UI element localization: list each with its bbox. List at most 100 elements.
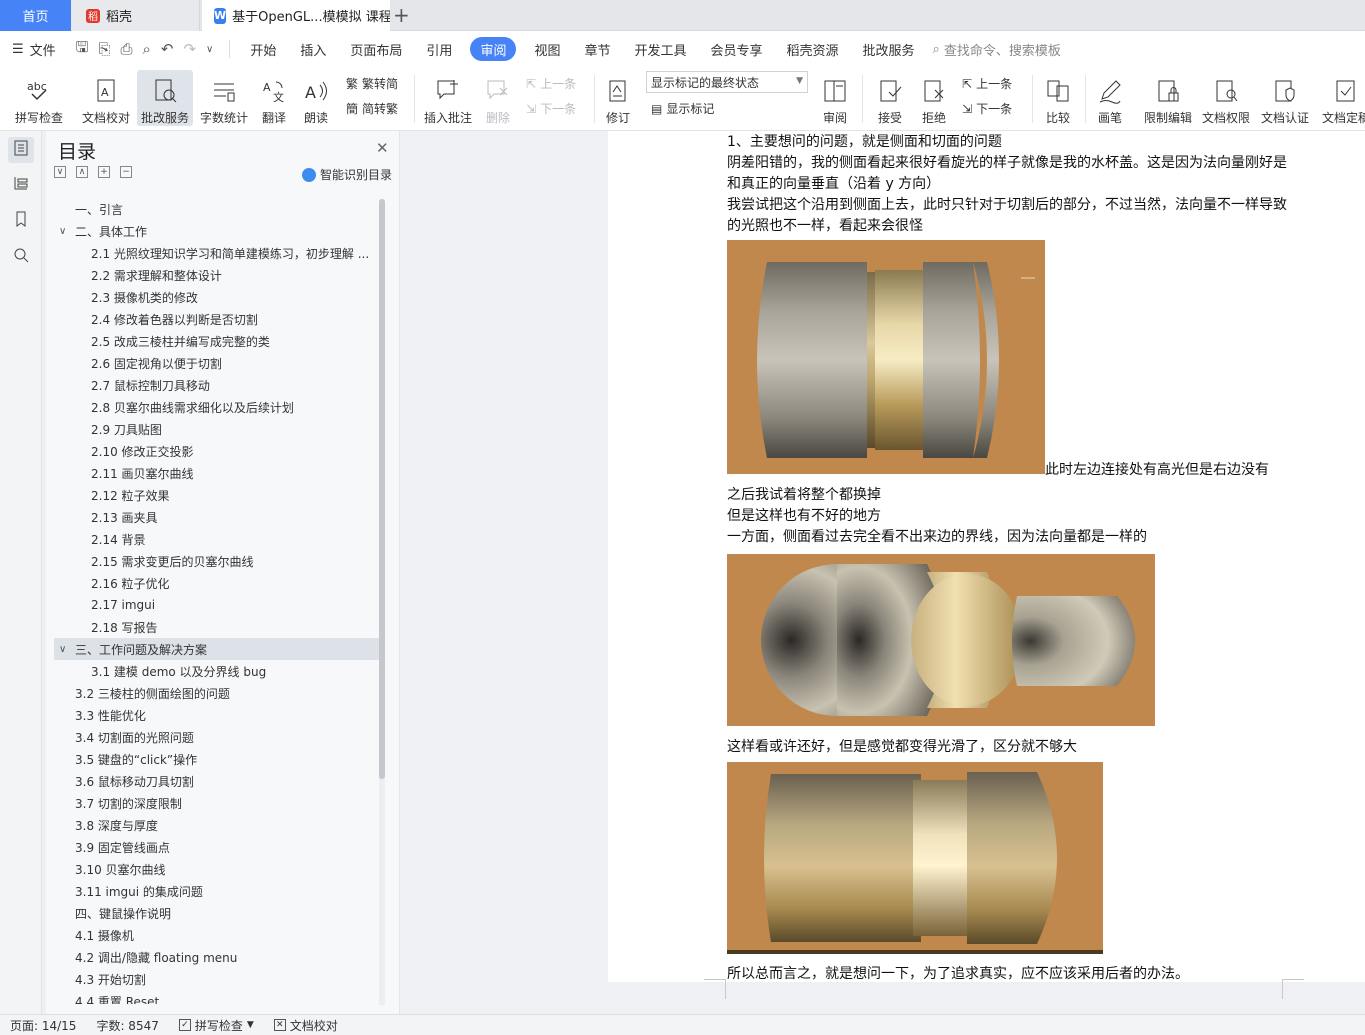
export-pdf-icon[interactable]: ⎘ bbox=[98, 40, 110, 58]
toc-item[interactable]: 2.1 光照纹理知识学习和简单建模练习，初步理解 ... bbox=[54, 242, 380, 264]
toc-item[interactable]: 2.4 修改着色器以判断是否切割 bbox=[54, 308, 380, 330]
doc-proof-toggle[interactable]: ✕ 文档校对 bbox=[264, 1017, 348, 1034]
toc-item[interactable]: 2.7 鼠标控制刀具移动 bbox=[54, 374, 380, 396]
menu-references[interactable]: 引用 bbox=[414, 37, 464, 61]
ink-button[interactable]: 画笔 bbox=[1090, 70, 1130, 126]
toc-item[interactable]: 3.5 键盘的“click”操作 bbox=[54, 748, 380, 770]
toc-item[interactable]: 3.7 切割的深度限制 bbox=[54, 792, 380, 814]
tab-daoke[interactable]: 稻 稻壳 bbox=[72, 0, 200, 31]
more-chevron-icon[interactable]: ∨ bbox=[206, 44, 213, 55]
toc-item[interactable]: 4.1 摄像机 bbox=[54, 924, 380, 946]
prev-change-button[interactable]: ⇱ 上一条 bbox=[962, 75, 1012, 92]
chevron-down-icon[interactable]: ∨ bbox=[59, 644, 71, 655]
correction-service-button[interactable]: 批改服务 bbox=[137, 70, 193, 126]
toc-item[interactable]: 3.9 固定管线画点 bbox=[54, 836, 380, 858]
read-aloud-button[interactable]: A 朗读 bbox=[298, 70, 334, 126]
save-icon[interactable]: 🖫 bbox=[76, 37, 89, 62]
accept-button[interactable]: 接受 bbox=[870, 70, 910, 126]
toc-item[interactable]: 3.6 鼠标移动刀具切割 bbox=[54, 770, 380, 792]
prev-comment-button[interactable]: ⇱ 上一条 bbox=[526, 75, 576, 92]
command-search[interactable]: ⌕ 查找命令、搜索模板 bbox=[933, 40, 1061, 59]
toc-item[interactable]: 4.3 开始切割 bbox=[54, 968, 380, 990]
close-icon[interactable]: ✕ bbox=[376, 139, 389, 157]
print-icon[interactable]: ⎙ bbox=[120, 40, 132, 58]
insert-comment-button[interactable]: 插入批注 bbox=[420, 70, 476, 126]
toc-item[interactable]: 3.2 三棱柱的侧面绘图的问题 bbox=[54, 682, 380, 704]
toc-item[interactable]: 四、键鼠操作说明 bbox=[54, 902, 380, 924]
delete-comment-button[interactable]: 删除 bbox=[478, 70, 518, 126]
chevron-down-icon[interactable]: ∨ bbox=[59, 226, 71, 237]
toc-item[interactable]: 3.8 深度与厚度 bbox=[54, 814, 380, 836]
doc-cert-button[interactable]: 文档认证 bbox=[1258, 70, 1312, 126]
toc-item[interactable]: 一、引言 bbox=[54, 198, 380, 220]
doc-rights-button[interactable]: 文档权限 bbox=[1199, 70, 1253, 126]
toc-item[interactable]: 2.9 刀具贴图 bbox=[54, 418, 380, 440]
reject-button[interactable]: 拒绝 bbox=[914, 70, 954, 126]
toc-item[interactable]: 2.2 需求理解和整体设计 bbox=[54, 264, 380, 286]
smart-toc-button[interactable]: 智能识别目录 bbox=[302, 166, 392, 183]
tab-document[interactable]: W 基于OpenGL...模模拟 课程论 bbox=[202, 0, 390, 31]
spell-check-toggle[interactable]: ✓ 拼写检查 ▼ bbox=[169, 1017, 264, 1034]
toc-item[interactable]: 2.16 粒子优化 bbox=[54, 572, 380, 594]
toc-item[interactable]: 3.11 imgui 的集成问题 bbox=[54, 880, 380, 902]
simp-to-trad-button[interactable]: 簡 简转繁 bbox=[346, 100, 398, 117]
toc-item[interactable]: 2.8 贝塞尔曲线需求细化以及后续计划 bbox=[54, 396, 380, 418]
toc-item[interactable]: 3.10 贝塞尔曲线 bbox=[54, 858, 380, 880]
find-button[interactable] bbox=[8, 244, 34, 270]
toc-item[interactable]: 2.3 摄像机类的修改 bbox=[54, 286, 380, 308]
document-page[interactable]: 1、主要想问的问题，就是侧面和切面的问题 阴差阳错的，我的侧面看起来很好看旋光的… bbox=[608, 131, 1365, 999]
tab-home[interactable]: 首页 bbox=[0, 0, 71, 31]
menu-review[interactable]: 审阅 bbox=[470, 37, 517, 61]
new-tab-button[interactable]: + bbox=[393, 3, 410, 27]
toc-item[interactable]: 2.6 固定视角以便于切割 bbox=[54, 352, 380, 374]
toc-panel-button[interactable] bbox=[8, 137, 34, 163]
toc-item[interactable]: 2.14 背景 bbox=[54, 528, 380, 550]
menu-developer[interactable]: 开发工具 bbox=[622, 37, 698, 61]
toc-item[interactable]: 2.12 粒子效果 bbox=[54, 484, 380, 506]
spell-check-button[interactable]: abc 拼写检查 bbox=[8, 70, 70, 126]
compare-button[interactable]: 比较 bbox=[1038, 70, 1078, 126]
revise-button[interactable]: 修订 bbox=[598, 70, 638, 126]
toc-item[interactable]: ∨ 三、工作问题及解决方案 bbox=[54, 638, 380, 660]
toc-item[interactable]: 2.11 画贝塞尔曲线 bbox=[54, 462, 380, 484]
toc-item[interactable]: 2.5 改成三棱柱并编写成完整的类 bbox=[54, 330, 380, 352]
doc-proof-button[interactable]: A 文档校对 bbox=[78, 70, 134, 126]
toc-item[interactable]: 4.2 调出/隐藏 floating menu bbox=[54, 946, 380, 968]
next-change-button[interactable]: ⇲ 下一条 bbox=[962, 100, 1012, 117]
review-pane-button[interactable]: 审阅 bbox=[815, 70, 855, 126]
toc-item[interactable]: 3.1 建模 demo 以及分界线 bug bbox=[54, 660, 380, 682]
menu-correction-service[interactable]: 批改服务 bbox=[851, 37, 927, 61]
restrict-edit-button[interactable]: 限制编辑 bbox=[1140, 70, 1196, 126]
next-comment-button[interactable]: ⇲ 下一条 bbox=[526, 100, 576, 117]
menu-chapter[interactable]: 章节 bbox=[572, 37, 622, 61]
word-count-indicator[interactable]: 字数: 8547 bbox=[86, 1017, 168, 1034]
markup-state-select[interactable]: 显示标记的最终状态 ▼ bbox=[646, 71, 808, 93]
toc-item[interactable]: 2.15 需求变更后的贝塞尔曲线 bbox=[54, 550, 380, 572]
bookmark-button[interactable] bbox=[8, 208, 34, 234]
toc-item[interactable]: 4.4 重置 Reset bbox=[54, 990, 380, 1005]
menu-insert[interactable]: 插入 bbox=[288, 37, 338, 61]
show-markup-button[interactable]: ▤ 显示标记 bbox=[651, 100, 714, 117]
toc-scrollbar-thumb[interactable] bbox=[379, 199, 385, 779]
toc-item[interactable]: 2.10 修改正交投影 bbox=[54, 440, 380, 462]
trad-to-simp-button[interactable]: 繁 繁转简 bbox=[346, 75, 398, 92]
toc-item[interactable]: 3.4 切割面的光照问题 bbox=[54, 726, 380, 748]
toc-item[interactable]: ∨ 二、具体工作 bbox=[54, 220, 380, 242]
translate-button[interactable]: A文 翻译 bbox=[254, 70, 294, 126]
add-heading-icon[interactable]: + bbox=[98, 166, 110, 178]
menu-page-layout[interactable]: 页面布局 bbox=[338, 37, 414, 61]
toc-item[interactable]: 2.17 imgui bbox=[54, 594, 380, 616]
remove-heading-icon[interactable]: − bbox=[120, 166, 132, 178]
menu-home[interactable]: 开始 bbox=[238, 37, 288, 61]
toc-scrollbar[interactable] bbox=[379, 199, 385, 1005]
menu-daoke-resources[interactable]: 稻壳资源 bbox=[775, 37, 851, 61]
collapse-all-icon[interactable]: ∧ bbox=[76, 166, 88, 178]
menu-view[interactable]: 视图 bbox=[522, 37, 572, 61]
file-menu[interactable]: ☰ 文件 bbox=[0, 37, 68, 61]
page-indicator[interactable]: 页面: 14/15 bbox=[0, 1017, 86, 1034]
word-count-button[interactable]: 字数统计 bbox=[198, 70, 250, 126]
undo-icon[interactable]: ↶ bbox=[161, 40, 174, 58]
toc-item[interactable]: 2.18 写报告 bbox=[54, 616, 380, 638]
redo-icon[interactable]: ↷ bbox=[183, 40, 196, 58]
doc-final-button[interactable]: 文档定稿 bbox=[1318, 70, 1365, 126]
